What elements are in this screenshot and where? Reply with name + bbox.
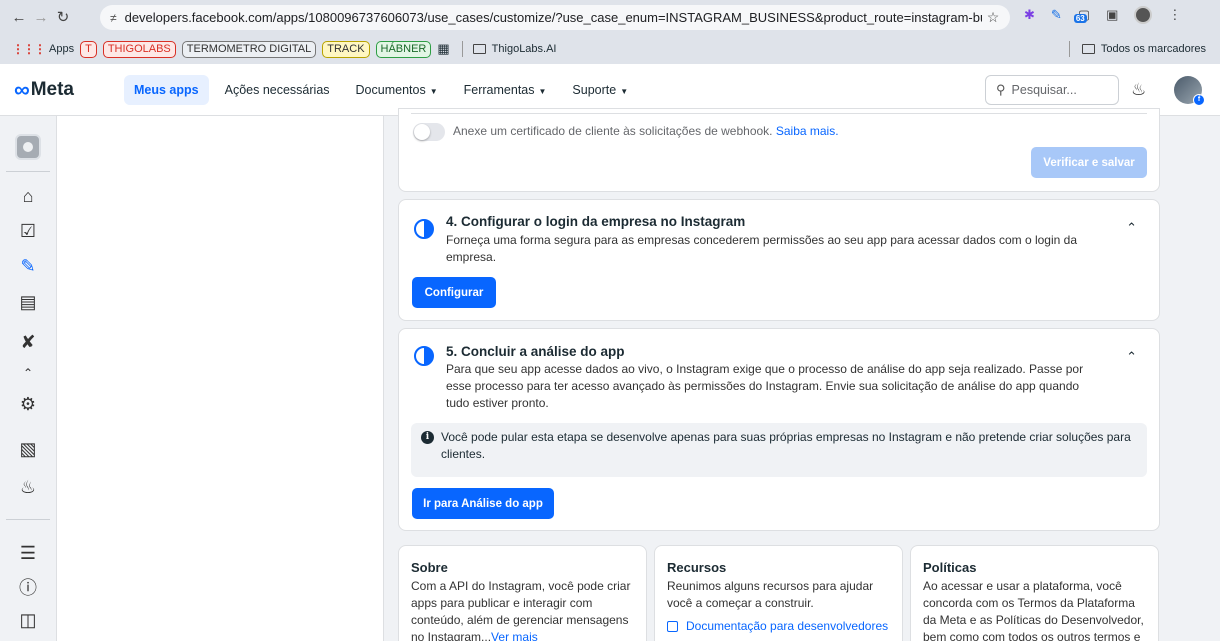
bookmark-thigolabs-ai[interactable]: ThigoLabs.AI bbox=[472, 43, 557, 55]
bookmark-divider bbox=[1068, 41, 1070, 57]
help-icon[interactable]: ⓘ bbox=[14, 573, 42, 601]
profile-avatar[interactable] bbox=[1134, 6, 1153, 24]
info-icon: i bbox=[421, 431, 434, 444]
app-review-button[interactable]: Ir para Análise do app bbox=[412, 488, 554, 519]
caret-down-icon: ▼ bbox=[538, 86, 547, 96]
dev-docs-link[interactable]: Documentação para desenvolvedores bbox=[667, 618, 890, 635]
saiba-mais-link[interactable]: Saiba mais. bbox=[776, 124, 839, 138]
meta-logo[interactable]: ∞ Meta bbox=[14, 77, 124, 103]
divider bbox=[411, 113, 1147, 114]
collapse-chevron-icon[interactable]: ⌃ bbox=[1126, 349, 1137, 365]
webhook-card: Anexe um certificado de cliente às solic… bbox=[398, 108, 1160, 192]
panel-toggle-icon[interactable]: ◫ bbox=[14, 606, 42, 634]
external-link-icon bbox=[667, 621, 678, 632]
search-input[interactable]: ⚲ Pesquisar... bbox=[985, 75, 1119, 105]
search-icon: ⚲ bbox=[996, 82, 1006, 97]
star-icon[interactable]: ☆ bbox=[982, 9, 1004, 26]
url-text[interactable]: developers.facebook.com/apps/10800967376… bbox=[125, 10, 982, 25]
back-icon[interactable]: ← bbox=[8, 9, 30, 26]
left-rail: ⌂ ☑ ✎ ▤ ✘ ⌃ ⚙ ▧ ♨ ☰ ⓘ ◫ bbox=[0, 116, 56, 641]
meta-infinity-icon: ∞ bbox=[14, 76, 30, 102]
site-info-icon[interactable]: ≠ bbox=[110, 11, 117, 25]
bookmark-t[interactable]: T bbox=[80, 40, 97, 58]
folder-icon bbox=[472, 44, 486, 54]
gear-icon[interactable]: ⚙ bbox=[14, 390, 42, 418]
nav-meus-apps[interactable]: Meus apps bbox=[124, 74, 209, 105]
bookmark-apps[interactable]: ⋮⋮⋮ Apps bbox=[12, 42, 74, 56]
footer-card-politicas: Políticas Ao acessar e usar a plataforma… bbox=[910, 545, 1159, 641]
toggle-label: Anexe um certificado de cliente às solic… bbox=[453, 124, 839, 138]
bookmark-divider bbox=[461, 41, 463, 57]
reload-icon[interactable]: ↻ bbox=[52, 8, 74, 26]
nav-acoes-necessarias[interactable]: Ações necessárias bbox=[225, 83, 330, 97]
apps-grid-icon: ⋮⋮⋮ bbox=[12, 42, 46, 56]
address-bar[interactable]: ≠ developers.facebook.com/apps/108009673… bbox=[100, 5, 1010, 30]
chevron-up-icon[interactable]: ⌃ bbox=[14, 359, 42, 387]
home-icon[interactable]: ⌂ bbox=[14, 182, 42, 210]
calendar-extension-icon[interactable]: ▢63 bbox=[1073, 7, 1090, 23]
briefcase-icon[interactable]: ▤ bbox=[14, 288, 42, 316]
footer-title: Recursos bbox=[667, 560, 727, 575]
side-panel bbox=[56, 116, 384, 641]
configurar-button[interactable]: Configurar bbox=[412, 277, 496, 308]
bookmark-termometro[interactable]: TERMOMETRO DIGITAL bbox=[181, 40, 317, 58]
nav-suporte[interactable]: Suporte ▼ bbox=[572, 83, 628, 97]
footer-title: Políticas bbox=[923, 560, 977, 575]
notice-text: Você pode pular esta etapa se desenvolve… bbox=[441, 430, 1131, 461]
caret-down-icon: ▼ bbox=[620, 86, 629, 96]
step5-card: 5. Concluir a análise do app Para que se… bbox=[398, 328, 1160, 531]
collapse-chevron-icon[interactable]: ⌃ bbox=[1126, 220, 1137, 236]
bookmark-thigolabs[interactable]: THIGOLABS bbox=[102, 40, 176, 58]
contacts-icon[interactable]: ▧ bbox=[14, 435, 42, 463]
tools-icon[interactable]: ✘ bbox=[14, 328, 42, 356]
folder-icon bbox=[1081, 44, 1095, 54]
step4-card: 4. Configurar o login da empresa no Inst… bbox=[398, 199, 1160, 321]
menu-kebab-icon[interactable]: ⋮ bbox=[1168, 7, 1181, 23]
footer-title: Sobre bbox=[411, 560, 448, 575]
footer-card-recursos: Recursos Reunimos alguns recursos para a… bbox=[654, 545, 903, 641]
verify-save-button[interactable]: Verificar e salvar bbox=[1031, 147, 1147, 178]
footer-text: Reunimos alguns recursos para ajudar voc… bbox=[667, 579, 874, 610]
app-icon[interactable] bbox=[15, 134, 41, 160]
footer-text: Com a API do Instagram, você pode criar … bbox=[411, 578, 634, 641]
extension-icon[interactable]: ✱ bbox=[1024, 7, 1035, 23]
info-notice: i Você pode pular esta etapa se desenvol… bbox=[411, 423, 1147, 477]
bell-icon[interactable]: ♨ bbox=[14, 473, 42, 501]
nav-ferramentas[interactable]: Ferramentas ▼ bbox=[464, 83, 547, 97]
all-bookmarks[interactable]: Todos os marcadores bbox=[1081, 43, 1206, 55]
bookmarks-bar: ⋮⋮⋮ Apps T THIGOLABS TERMOMETRO DIGITAL T… bbox=[0, 34, 1220, 64]
notifications-bell-icon[interactable]: ♨ bbox=[1131, 80, 1146, 100]
pen-extension-icon[interactable]: ✎ bbox=[1051, 7, 1062, 23]
bookmark-habner[interactable]: HÁBNER bbox=[375, 40, 432, 58]
list-icon[interactable]: ☰ bbox=[14, 539, 42, 567]
facebook-badge-icon: f bbox=[1193, 94, 1205, 106]
progress-half-icon bbox=[414, 346, 434, 366]
search-placeholder: Pesquisar... bbox=[1011, 83, 1077, 97]
progress-half-icon bbox=[414, 219, 434, 239]
ver-mais-link[interactable]: Ver mais bbox=[491, 630, 538, 641]
footer-text: Ao acessar e usar a plataforma, você con… bbox=[923, 579, 1144, 641]
step4-description: Forneça uma forma segura para as empresa… bbox=[446, 233, 1078, 264]
footer-card-sobre: Sobre Com a API do Instagram, você pode … bbox=[398, 545, 647, 641]
extensions-puzzle-icon[interactable]: ▣ bbox=[1106, 7, 1118, 23]
client-certificate-toggle[interactable] bbox=[413, 123, 445, 141]
step5-description: Para que seu app acesse dados ao vivo, o… bbox=[446, 362, 1084, 410]
nav-documentos[interactable]: Documentos ▼ bbox=[356, 83, 438, 97]
checklist-icon[interactable]: ☑ bbox=[14, 217, 42, 245]
caret-down-icon: ▼ bbox=[429, 86, 438, 96]
browser-toolbar: ← → ↻ ≠ developers.facebook.com/apps/108… bbox=[0, 0, 1220, 34]
step5-title: 5. Concluir a análise do app bbox=[446, 344, 625, 359]
forward-icon[interactable]: → bbox=[30, 9, 52, 26]
extension-badge: 63 bbox=[1073, 14, 1087, 23]
rail-divider bbox=[6, 519, 50, 520]
bookmark-grid-icon[interactable]: ▦ bbox=[437, 41, 449, 57]
step4-title: 4. Configurar o login da empresa no Inst… bbox=[446, 214, 746, 229]
rail-divider bbox=[6, 171, 50, 172]
pencil-icon[interactable]: ✎ bbox=[14, 252, 42, 280]
bookmark-track[interactable]: TRACK bbox=[322, 40, 370, 58]
